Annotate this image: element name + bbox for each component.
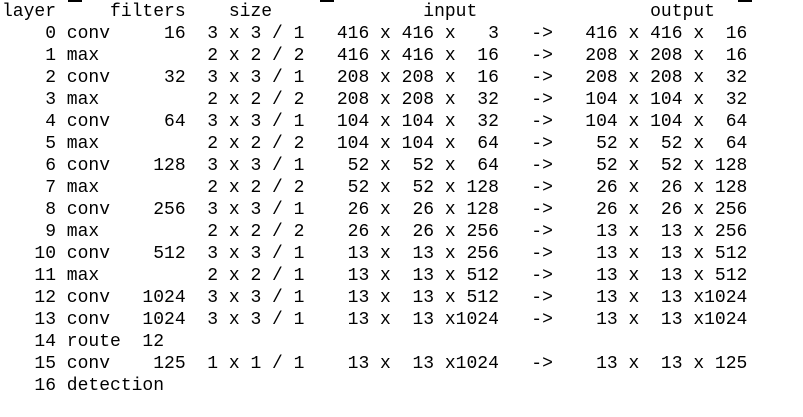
console-line: 8 conv 256 3 x 3 / 1 26 x 26 x 128 -> 26… [2, 200, 748, 220]
console-line: 16 detection [2, 376, 165, 396]
console-line: 5 max 2 x 2 / 2 104 x 104 x 64 -> 52 x 5… [2, 134, 748, 154]
console-line: 15 conv 125 1 x 1 / 1 13 x 13 x1024 -> 1… [2, 354, 748, 374]
console-line: 14 route 12 [2, 332, 165, 352]
console-line: 6 conv 128 3 x 3 / 1 52 x 52 x 64 -> 52 … [2, 156, 748, 176]
console-line: 10 conv 512 3 x 3 / 1 13 x 13 x 256 -> 1… [2, 244, 748, 264]
console-line: 13 conv 1024 3 x 3 / 1 13 x 13 x1024 -> … [2, 310, 748, 330]
console-line: 2 conv 32 3 x 3 / 1 208 x 208 x 16 -> 20… [2, 68, 748, 88]
console-line: 0 conv 16 3 x 3 / 1 416 x 416 x 3 -> 416… [2, 24, 748, 44]
console-header-line: layer filters size input output [2, 2, 715, 22]
console-line: 12 conv 1024 3 x 3 / 1 13 x 13 x 512 -> … [2, 288, 748, 308]
console-line: 7 max 2 x 2 / 2 52 x 52 x 128 -> 26 x 26… [2, 178, 748, 198]
console-output[interactable]: layer filters size input output 0 conv 1… [0, 0, 803, 417]
console-line: 9 max 2 x 2 / 2 26 x 26 x 256 -> 13 x 13… [2, 222, 748, 242]
console-line: 1 max 2 x 2 / 2 416 x 416 x 16 -> 208 x … [2, 46, 748, 66]
console-line: 11 max 2 x 2 / 1 13 x 13 x 512 -> 13 x 1… [2, 266, 748, 286]
console-line: 4 conv 64 3 x 3 / 1 104 x 104 x 32 -> 10… [2, 112, 748, 132]
console-line: 3 max 2 x 2 / 2 208 x 208 x 32 -> 104 x … [2, 90, 748, 110]
clipped-text-fragment [738, 0, 752, 2]
